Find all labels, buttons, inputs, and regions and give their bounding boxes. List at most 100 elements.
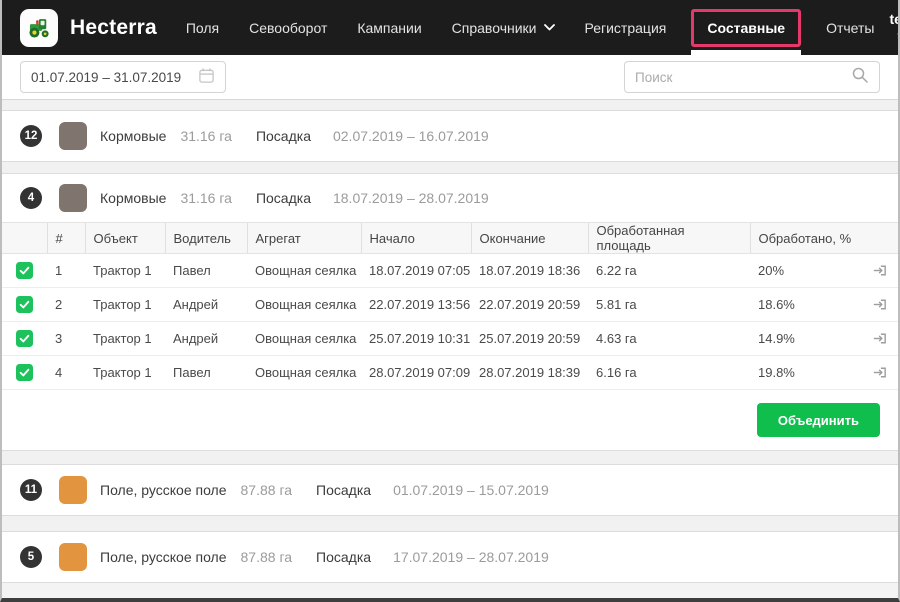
nav-item-label: Кампании [357, 20, 421, 36]
nav-item-campaigns[interactable]: Кампании [357, 0, 421, 55]
nav-item-label: Отчеты [826, 20, 874, 36]
row-checkbox[interactable] [16, 296, 33, 313]
row-area: 4.63 га [588, 322, 750, 356]
row-start: 25.07.2019 10:31 [361, 322, 471, 356]
track-row[interactable]: 3 Трактор 1 Андрей Овощная сеялка 25.07.… [2, 322, 898, 356]
nav-item-directories[interactable]: Справочники [452, 0, 555, 55]
calendar-icon [198, 67, 215, 87]
group-area: 31.16 га [180, 128, 232, 144]
row-start: 18.07.2019 07:05 [361, 254, 471, 288]
merge-button[interactable]: Объединить [757, 403, 880, 437]
group-row[interactable]: 4 Кормовые 31.16 га Посадка 18.07.2019 –… [2, 174, 898, 222]
nav-item-registration[interactable]: Регистрация [585, 0, 667, 55]
user-name: terra1 [889, 11, 900, 29]
row-driver: Андрей [165, 322, 247, 356]
row-percent: 18.6% [750, 288, 860, 322]
group-area: 87.88 га [241, 482, 293, 498]
group-operation: Посадка [316, 549, 371, 565]
group-row[interactable]: 11 Поле, русское поле 87.88 га Посадка 0… [2, 465, 898, 515]
row-checkbox[interactable] [16, 262, 33, 279]
group-row[interactable]: 12 Кормовые 31.16 га Посадка 02.07.2019 … [2, 111, 898, 161]
row-object: Трактор 1 [85, 322, 165, 356]
row-implement: Овощная сеялка [247, 356, 361, 390]
row-checkbox[interactable] [16, 330, 33, 347]
column-percent: Обработано, % [750, 223, 860, 254]
group-name: Кормовые [100, 190, 166, 206]
hecterra-logo-icon [20, 9, 58, 47]
date-range-value: 01.07.2019 – 31.07.2019 [31, 70, 181, 85]
track-row[interactable]: 2 Трактор 1 Андрей Овощная сеялка 22.07.… [2, 288, 898, 322]
column-start: Начало [361, 223, 471, 254]
row-driver: Павел [165, 254, 247, 288]
nav-menu: Поля Севооборот Кампании Справочники Рег… [171, 0, 890, 55]
cultivation-group-card: 11 Поле, русское поле 87.88 га Посадка 0… [2, 464, 898, 516]
count-badge: 11 [20, 479, 42, 501]
open-track-icon[interactable] [871, 262, 888, 279]
search-input[interactable] [635, 70, 851, 85]
group-area: 31.16 га [180, 190, 232, 206]
track-row[interactable]: 1 Трактор 1 Павел Овощная сеялка 18.07.2… [2, 254, 898, 288]
column-end: Окончание [471, 223, 588, 254]
group-period: 02.07.2019 – 16.07.2019 [333, 128, 489, 144]
column-object: Объект [85, 223, 165, 254]
crop-color-swatch [59, 543, 87, 571]
row-driver: Павел [165, 356, 247, 390]
column-num: # [47, 223, 85, 254]
row-object: Трактор 1 [85, 288, 165, 322]
group-operation: Посадка [316, 482, 371, 498]
row-num: 3 [47, 322, 85, 356]
row-percent: 20% [750, 254, 860, 288]
cultivation-group-card-expanded: 4 Кормовые 31.16 га Посадка 18.07.2019 –… [2, 173, 898, 451]
date-range-picker[interactable]: 01.07.2019 – 31.07.2019 [20, 61, 226, 93]
column-actions [860, 223, 898, 254]
nav-item-crop-rotation[interactable]: Севооборот [249, 0, 327, 55]
user-account: terra1 [889, 29, 900, 44]
row-percent: 19.8% [750, 356, 860, 390]
row-num: 1 [47, 254, 85, 288]
row-implement: Овощная сеялка [247, 254, 361, 288]
footer-strip [2, 583, 898, 598]
group-period: 01.07.2019 – 15.07.2019 [393, 482, 549, 498]
group-row[interactable]: 5 Поле, русское поле 87.88 га Посадка 17… [2, 532, 898, 582]
row-implement: Овощная сеялка [247, 322, 361, 356]
count-badge: 4 [20, 187, 42, 209]
nav-item-reports[interactable]: Отчеты [826, 0, 874, 55]
group-period: 17.07.2019 – 28.07.2019 [393, 549, 549, 565]
nav-item-label: Поля [186, 20, 219, 36]
search-icon[interactable] [851, 66, 869, 89]
user-menu[interactable]: terra1 terra1 [889, 11, 900, 44]
open-track-icon[interactable] [871, 296, 888, 313]
row-object: Трактор 1 [85, 254, 165, 288]
track-row[interactable]: 4 Трактор 1 Павел Овощная сеялка 28.07.2… [2, 356, 898, 390]
group-name: Поле, русское поле [100, 482, 227, 498]
group-period: 18.07.2019 – 28.07.2019 [333, 190, 489, 206]
row-area: 6.16 га [588, 356, 750, 390]
row-start: 28.07.2019 07:09 [361, 356, 471, 390]
tracks-table: # Объект Водитель Агрегат Начало Окончан… [2, 222, 898, 390]
row-end: 18.07.2019 18:36 [471, 254, 588, 288]
cultivation-group-card: 12 Кормовые 31.16 га Посадка 02.07.2019 … [2, 110, 898, 162]
row-checkbox[interactable] [16, 364, 33, 381]
app-window: Hecterra Поля Севооборот Кампании Справо… [0, 0, 900, 602]
nav-item-label: Регистрация [585, 20, 667, 36]
open-track-icon[interactable] [871, 330, 888, 347]
group-operation: Посадка [256, 128, 311, 144]
row-end: 28.07.2019 18:39 [471, 356, 588, 390]
nav-item-composite[interactable]: Составные [691, 0, 801, 55]
row-end: 22.07.2019 20:59 [471, 288, 588, 322]
group-name: Поле, русское поле [100, 549, 227, 565]
composite-cultivations-list: 12 Кормовые 31.16 га Посадка 02.07.2019 … [2, 100, 898, 598]
top-nav: Hecterra Поля Севооборот Кампании Справо… [2, 0, 898, 55]
row-area: 5.81 га [588, 288, 750, 322]
group-operation: Посадка [256, 190, 311, 206]
count-badge: 12 [20, 125, 42, 147]
open-track-icon[interactable] [871, 364, 888, 381]
column-implement: Агрегат [247, 223, 361, 254]
row-start: 22.07.2019 13:56 [361, 288, 471, 322]
nav-item-label: Справочники [452, 20, 537, 36]
row-num: 2 [47, 288, 85, 322]
search-field [624, 61, 880, 93]
count-badge: 5 [20, 546, 42, 568]
row-end: 25.07.2019 20:59 [471, 322, 588, 356]
nav-item-fields[interactable]: Поля [186, 0, 219, 55]
